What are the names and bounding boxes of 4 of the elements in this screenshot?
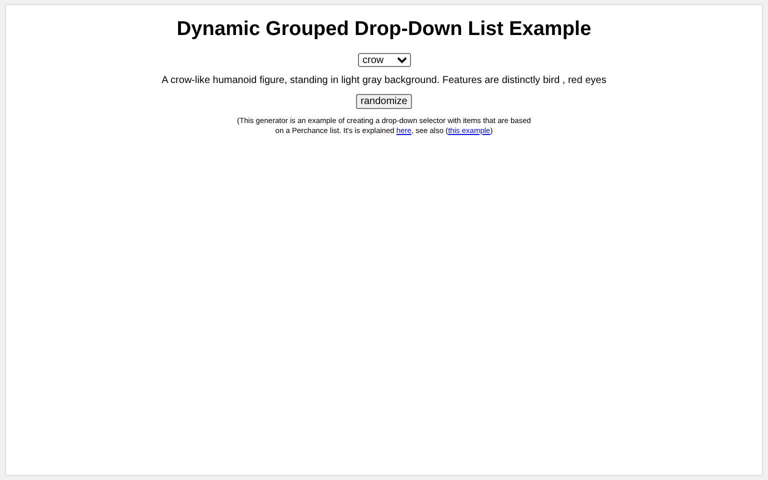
category-dropdown[interactable]: crow bbox=[358, 53, 410, 67]
randomize-button[interactable]: randomize bbox=[356, 94, 412, 109]
page-title: Dynamic Grouped Drop-Down List Example bbox=[176, 18, 592, 41]
description-text: A crow-like humanoid figure, standing in light gray background. Features are distinctly bird , red eyes bbox=[162, 75, 606, 86]
